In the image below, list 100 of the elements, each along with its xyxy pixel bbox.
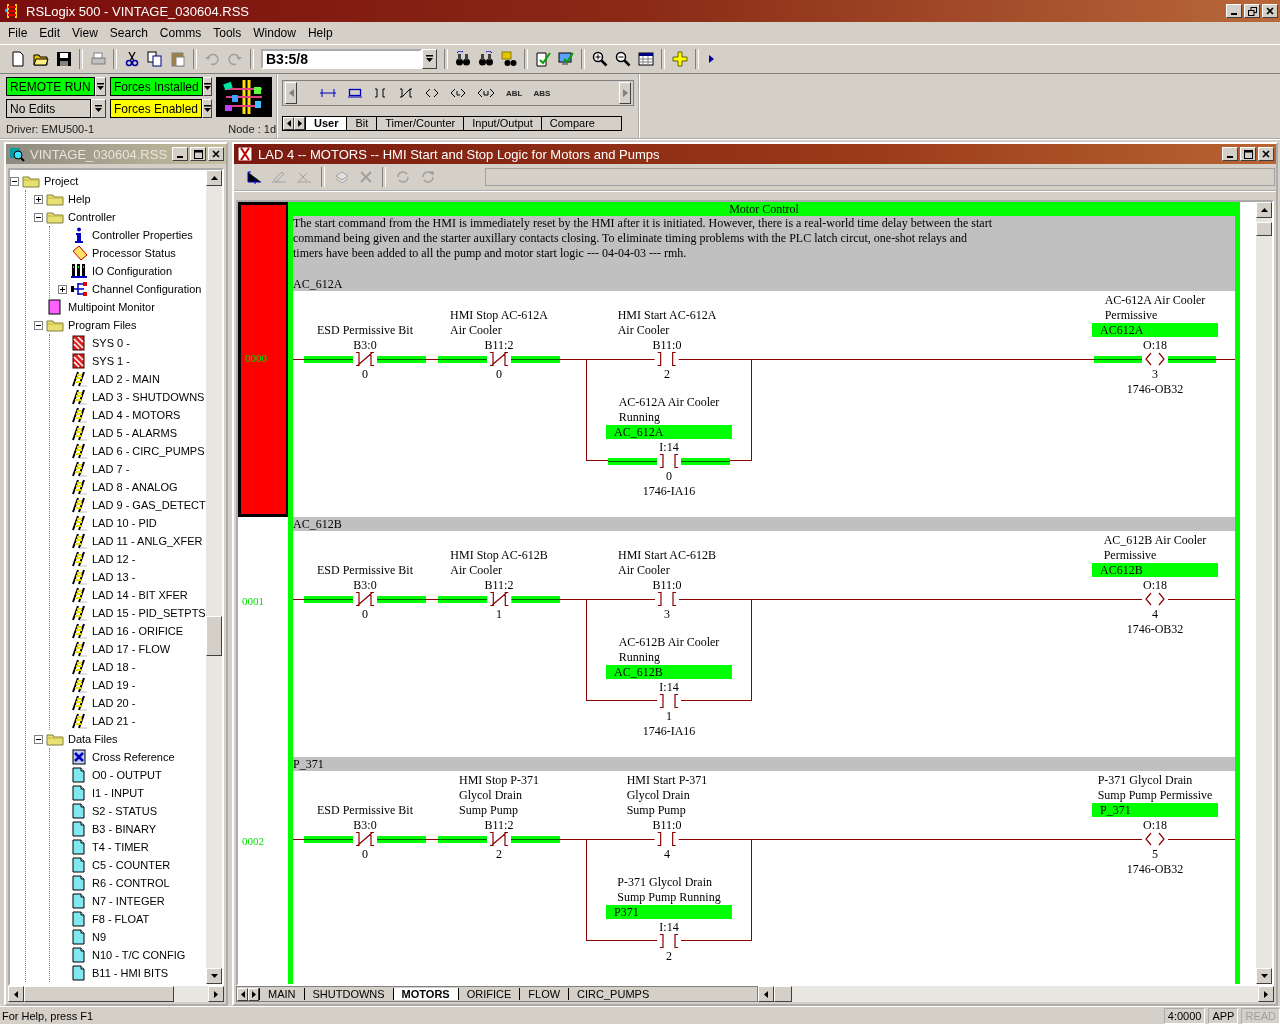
- close-button[interactable]: [1258, 147, 1274, 161]
- scrollbar-thumb[interactable]: [24, 986, 174, 1002]
- tree-item[interactable]: B3 - BINARY: [91, 823, 157, 835]
- window-icon[interactable]: [638, 51, 654, 67]
- tree-item[interactable]: LAD 8 - ANALOG: [91, 481, 179, 493]
- tree-item[interactable]: LAD 16 - ORIFICE: [91, 625, 185, 637]
- tree-item[interactable]: Channel Configuration: [91, 283, 203, 295]
- tree-item[interactable]: LAD 14 - BIT XFER: [91, 589, 189, 601]
- tree-item[interactable]: N9: [91, 931, 108, 943]
- check-page-icon[interactable]: [535, 51, 551, 67]
- menu-item[interactable]: Help: [301, 24, 339, 42]
- tree-item[interactable]: LAD 3 - SHUTDOWNS: [91, 391, 206, 403]
- tab-scroll-left-button[interactable]: [283, 117, 294, 130]
- maximize-button[interactable]: [1240, 147, 1256, 161]
- scroll-down-button[interactable]: [206, 968, 222, 984]
- menu-item[interactable]: Search: [103, 24, 154, 42]
- tab-scroll-left-button[interactable]: [237, 987, 248, 1001]
- tree-item[interactable]: N10 - T/C CONFIG: [91, 949, 187, 961]
- tree-item[interactable]: LAD 6 - CIRC_PUMPS: [91, 445, 206, 457]
- menu-item[interactable]: Tools: [207, 24, 248, 42]
- tree-item[interactable]: SYS 1 -: [91, 355, 131, 367]
- tree-item[interactable]: I1 - INPUT: [91, 787, 145, 799]
- unlatch-coil-icon[interactable]: [477, 88, 495, 98]
- tree-item[interactable]: SYS 0 -: [91, 337, 131, 349]
- minimize-button[interactable]: [1226, 4, 1242, 18]
- tree-item[interactable]: LAD 21 -: [91, 715, 137, 727]
- tree-toggle[interactable]: [58, 284, 67, 294]
- scrollbar-thumb[interactable]: [206, 616, 222, 656]
- tree-item[interactable]: LAD 20 -: [91, 697, 137, 709]
- scissors-icon[interactable]: [124, 51, 140, 67]
- restore-button[interactable]: [1244, 4, 1260, 18]
- tree-item[interactable]: LAD 4 - MOTORS: [91, 409, 182, 421]
- copy-icon[interactable]: [147, 51, 163, 67]
- tree-item[interactable]: Controller Properties: [91, 229, 194, 241]
- tree-toggle[interactable]: [10, 176, 19, 186]
- tree-item[interactable]: B11 - HMI BITS: [91, 967, 170, 979]
- tree-item[interactable]: LAD 19 -: [91, 679, 137, 691]
- tree-item[interactable]: Data Files: [67, 733, 119, 745]
- menu-item[interactable]: Window: [247, 24, 302, 42]
- save-icon[interactable]: [56, 51, 72, 67]
- right-arrow-icon[interactable]: [706, 53, 716, 65]
- tree-item[interactable]: F8 - FLOAT: [91, 913, 151, 925]
- tree-item[interactable]: LAD 10 - PID: [91, 517, 158, 529]
- tree-item[interactable]: T4 - TIMER: [91, 841, 150, 853]
- scrollbar-thumb[interactable]: [1256, 222, 1272, 236]
- output-coil-icon[interactable]: [425, 88, 439, 98]
- tree-item[interactable]: Multipoint Monitor: [67, 301, 156, 313]
- dropdown-button[interactable]: [91, 99, 106, 118]
- instruction-button[interactable]: ABL: [506, 88, 523, 98]
- tab-scroll-right-button[interactable]: [294, 117, 305, 130]
- tree-item[interactable]: O0 - OUTPUT: [91, 769, 163, 781]
- check-screen-icon[interactable]: [558, 51, 574, 67]
- menu-item[interactable]: Edit: [33, 24, 67, 42]
- tree-item[interactable]: LAD 9 - GAS_DETECT: [91, 499, 206, 511]
- tree-item[interactable]: LAD 7 -: [91, 463, 131, 475]
- printer-icon[interactable]: [90, 51, 106, 67]
- tree-item[interactable]: LAD 12 -: [91, 553, 137, 565]
- normally-closed-contact-icon[interactable]: [398, 88, 414, 98]
- new-file-icon[interactable]: [10, 51, 26, 67]
- zoom-in-icon[interactable]: [592, 51, 608, 67]
- tree-item[interactable]: S2 - STATUS: [91, 805, 158, 817]
- scrollbar-thumb[interactable]: [774, 986, 792, 1002]
- tree-item[interactable]: Processor Status: [91, 247, 177, 259]
- menu-item[interactable]: View: [66, 24, 104, 42]
- tree-item[interactable]: LAD 15 - PID_SETPTS: [91, 607, 206, 619]
- tree-toggle[interactable]: [34, 734, 43, 744]
- open-folder-icon[interactable]: [33, 51, 49, 67]
- tree-item[interactable]: R6 - CONTROL: [91, 877, 171, 889]
- scroll-left-button[interactable]: [8, 986, 24, 1002]
- scroll-right-button[interactable]: [208, 986, 224, 1002]
- menu-item[interactable]: File: [2, 24, 34, 42]
- scroll-left-button[interactable]: [758, 986, 774, 1002]
- tree-toggle[interactable]: [34, 320, 43, 330]
- close-button[interactable]: [1262, 4, 1278, 18]
- tree-item[interactable]: Project: [43, 175, 80, 187]
- scroll-up-button[interactable]: [206, 170, 222, 186]
- tree-toggle[interactable]: [34, 212, 43, 222]
- tree-item[interactable]: Program Files: [67, 319, 138, 331]
- scroll-right-button[interactable]: [619, 82, 631, 104]
- tree-item[interactable]: LAD 5 - ALARMS: [91, 427, 178, 439]
- edit-field[interactable]: [485, 168, 1275, 186]
- plus-icon[interactable]: [672, 51, 688, 67]
- tree-toggle[interactable]: [34, 194, 43, 204]
- instruction-button[interactable]: ABS: [533, 88, 551, 98]
- tree-item[interactable]: LAD 11 - ANLG_XFER: [91, 535, 204, 547]
- menu-item[interactable]: Comms: [153, 24, 208, 42]
- tree-item[interactable]: N7 - INTEGER: [91, 895, 166, 907]
- scroll-left-button[interactable]: [285, 82, 297, 104]
- tree-item[interactable]: Help: [67, 193, 92, 205]
- clipboard-icon[interactable]: [170, 51, 186, 67]
- tree-item[interactable]: LAD 17 - FLOW: [91, 643, 172, 655]
- tree-item[interactable]: LAD 2 - MAIN: [91, 373, 161, 385]
- minimize-button[interactable]: [1222, 147, 1238, 161]
- dropdown-button[interactable]: [202, 77, 212, 96]
- normally-open-contact-icon[interactable]: [373, 88, 387, 98]
- latch-coil-icon[interactable]: [450, 88, 466, 98]
- dropdown-button[interactable]: [422, 49, 437, 69]
- tree-item[interactable]: LAD 13 -: [91, 571, 137, 583]
- scroll-up-button[interactable]: [1256, 202, 1272, 218]
- tree-item[interactable]: C5 - COUNTER: [91, 859, 172, 871]
